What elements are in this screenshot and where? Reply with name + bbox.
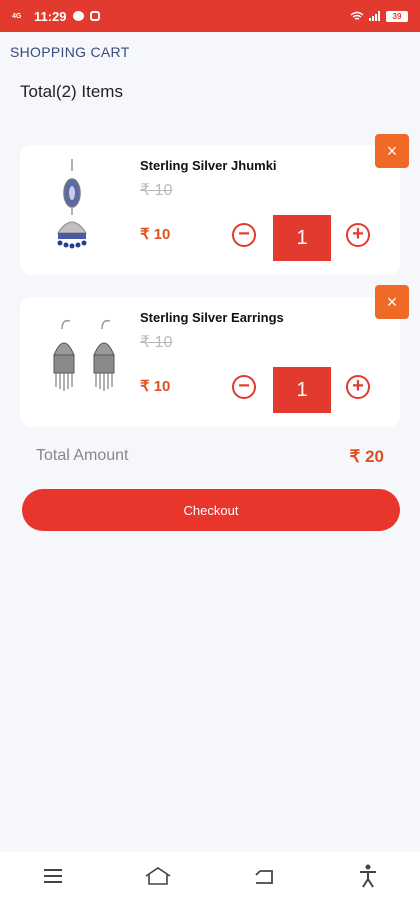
decrease-quantity-button[interactable]: − xyxy=(232,375,256,399)
status-left: 4G 11:29 xyxy=(12,9,100,24)
page-title: SHOPPING CART xyxy=(10,44,130,60)
cart-item-card: Sterling Silver Jhumki ₹ 10 ₹ 10 − 1 + xyxy=(20,145,400,275)
product-price: ₹ 10 xyxy=(140,378,171,395)
earrings-image[interactable] xyxy=(40,307,145,417)
cart-item-count: Total(2) Items xyxy=(20,82,123,101)
signal-icon xyxy=(369,9,381,24)
increase-quantity-button[interactable]: + xyxy=(346,375,370,399)
chat-icon xyxy=(72,11,84,21)
cart-item-card: Sterling Silver Earrings ₹ 10 ₹ 10 − 1 + xyxy=(20,297,400,427)
quantity-display: 1 xyxy=(273,215,331,261)
remove-item-button[interactable]: × xyxy=(375,285,409,319)
instagram-icon xyxy=(89,11,100,21)
checkout-button[interactable]: Checkout xyxy=(22,489,400,531)
decrease-quantity-button[interactable]: − xyxy=(232,223,256,247)
product-price: ₹ 10 xyxy=(140,226,171,243)
battery-icon: 39 xyxy=(386,10,408,22)
total-amount-value: ₹ 20 xyxy=(349,447,384,466)
wifi-icon xyxy=(350,9,364,24)
system-nav-bar xyxy=(0,852,420,900)
status-right: 39 xyxy=(350,9,408,24)
status-bar: 4G 11:29 39 xyxy=(0,0,420,32)
accessibility-icon[interactable] xyxy=(353,861,383,891)
product-name[interactable]: Sterling Silver Jhumki xyxy=(140,158,277,173)
increase-quantity-button[interactable]: + xyxy=(346,223,370,247)
remove-item-button[interactable]: × xyxy=(375,134,409,168)
quantity-display: 1 xyxy=(273,367,331,413)
network-indicator: 4G xyxy=(12,12,22,20)
home-icon[interactable] xyxy=(143,861,173,891)
product-old-price: ₹ 10 xyxy=(140,182,173,199)
back-icon[interactable] xyxy=(248,861,278,891)
product-name[interactable]: Sterling Silver Earrings xyxy=(140,310,284,325)
product-old-price: ₹ 10 xyxy=(140,334,173,351)
status-time: 11:29 xyxy=(34,8,67,24)
jhumki-earring-image[interactable] xyxy=(40,155,145,265)
total-amount-label: Total Amount xyxy=(36,447,129,464)
menu-icon[interactable] xyxy=(38,861,68,891)
